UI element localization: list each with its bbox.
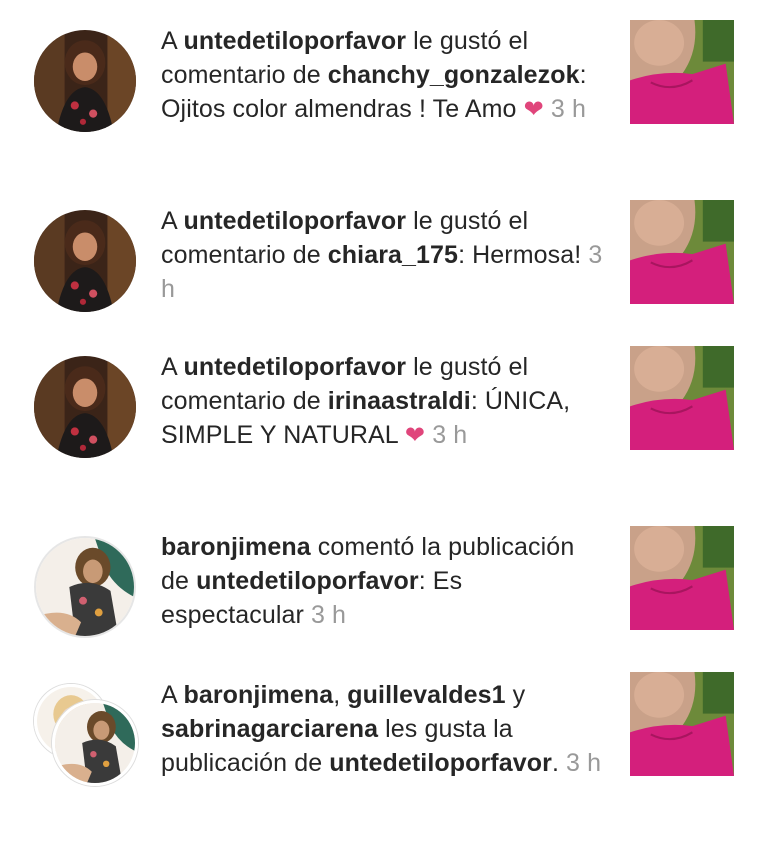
separator: , — [333, 681, 348, 709]
notification-prefix: A — [161, 353, 184, 381]
post-thumbnail[interactable] — [630, 200, 734, 304]
avatar[interactable] — [34, 30, 136, 132]
avatar[interactable] — [34, 356, 136, 458]
username-link[interactable]: untedetiloporfavor — [183, 207, 406, 235]
username-link[interactable]: untedetiloporfavor — [183, 27, 406, 55]
notification-prefix: A — [161, 27, 184, 55]
timestamp: 3 h — [566, 749, 602, 777]
username-link[interactable]: guillevaldes1 — [347, 681, 505, 709]
notification-text: A baronjimena, guillevaldes1 y sabrinaga… — [161, 678, 609, 780]
post-thumbnail[interactable] — [630, 346, 734, 450]
username-link[interactable]: untedetiloporfavor — [183, 353, 406, 381]
notification-text: A untedetiloporfavor le gustó el comenta… — [161, 204, 609, 306]
notification-prefix: A — [161, 207, 184, 235]
username-link[interactable]: chanchy_gonzalezok — [328, 61, 580, 89]
notification-text: A untedetiloporfavor le gustó el comenta… — [161, 350, 609, 453]
timestamp: 3 h — [432, 421, 468, 449]
avatar[interactable] — [34, 210, 136, 312]
heart-icon: ❤ — [404, 422, 426, 449]
avatar[interactable] — [34, 536, 136, 638]
username-link[interactable]: irinaastraldi — [328, 387, 471, 415]
heart-icon: ❤ — [523, 96, 544, 123]
post-thumbnail[interactable] — [630, 20, 734, 124]
username-link[interactable]: chiara_175 — [328, 241, 458, 269]
username-link[interactable]: baronjimena — [183, 681, 333, 709]
activity-feed: A untedetiloporfavor le gustó el comenta… — [0, 0, 767, 852]
notification-prefix: A — [161, 681, 184, 709]
username-link[interactable]: sabrinagarciarena — [161, 715, 378, 743]
post-thumbnail[interactable] — [630, 526, 734, 630]
notification-text: A untedetiloporfavor le gustó el comenta… — [161, 24, 609, 127]
post-thumbnail[interactable] — [630, 672, 734, 776]
username-link[interactable]: baronjimena — [161, 533, 311, 561]
avatar-stack[interactable] — [30, 682, 140, 792]
username-link[interactable]: untedetiloporfavor — [196, 567, 419, 595]
notification-text: baronjimena comentó la publicación de un… — [161, 530, 609, 632]
timestamp: 3 h — [311, 601, 347, 629]
avatar[interactable] — [52, 700, 138, 786]
separator: y — [505, 681, 526, 709]
timestamp: 3 h — [550, 95, 586, 123]
punctuation: . — [551, 749, 567, 777]
comment-text: : Hermosa! — [458, 241, 589, 269]
username-link[interactable]: untedetiloporfavor — [329, 749, 552, 777]
